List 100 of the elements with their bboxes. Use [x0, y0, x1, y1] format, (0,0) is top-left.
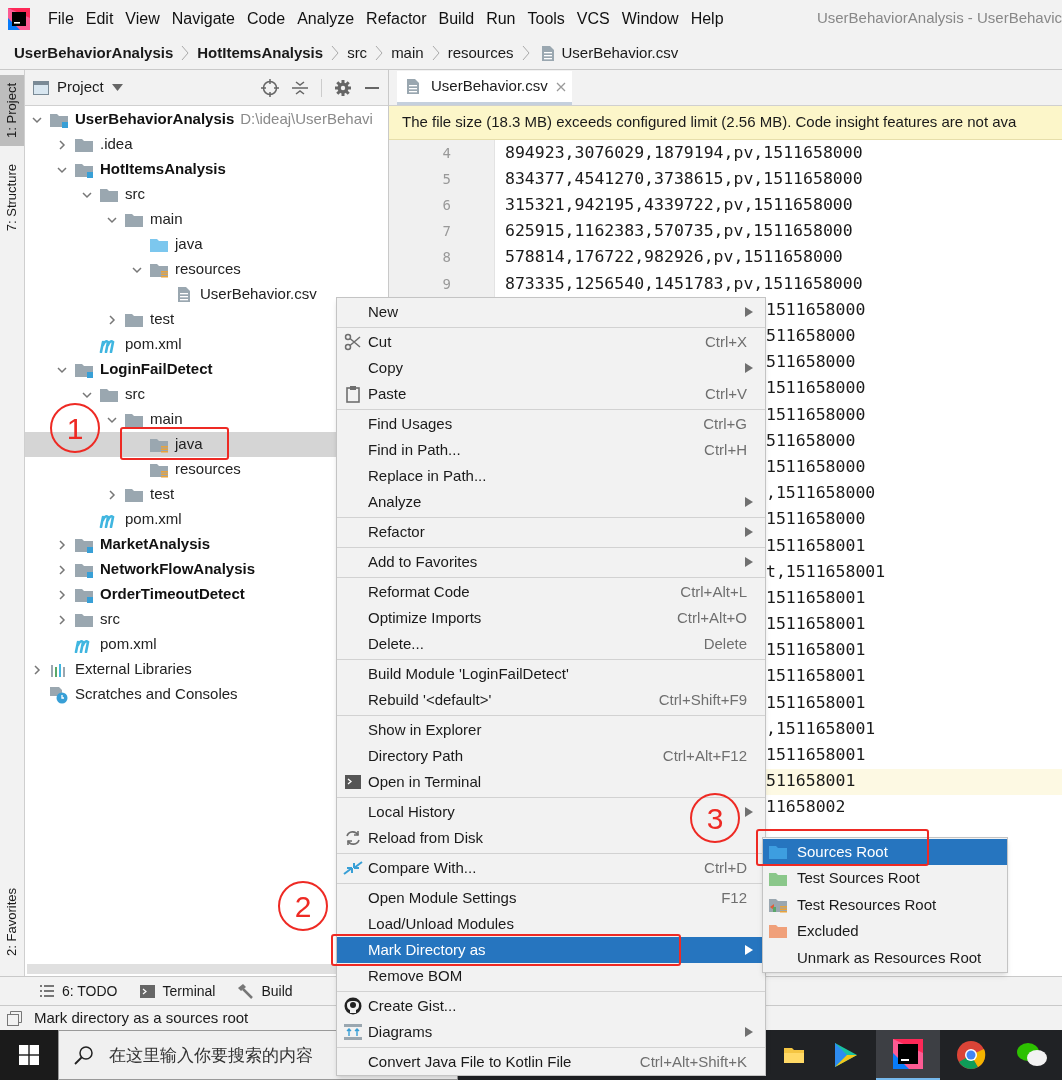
- terminal-icon: [139, 984, 155, 998]
- shortcut-label: Ctrl+Shift+F9: [658, 689, 747, 710]
- breadcrumb-item[interactable]: resources: [447, 41, 514, 65]
- menu-item[interactable]: Cut Ctrl+X: [337, 329, 753, 355]
- code-line: 1511658000: [766, 508, 866, 531]
- submenu-arrow-icon: [745, 1027, 753, 1037]
- tool-window-button[interactable]: Terminal: [139, 980, 216, 1002]
- file-icon: [177, 286, 191, 303]
- windows-stack-icon[interactable]: [7, 1010, 22, 1026]
- chevron-right-icon: [521, 45, 530, 61]
- tree-item[interactable]: java: [25, 232, 388, 257]
- warning-banner: The file size (18.3 MB) exceeds configured limit (2.56 MB). Code insight features are not ava: [389, 106, 1062, 140]
- menu-item[interactable]: Optimize Imports Ctrl+Alt+O: [337, 605, 753, 631]
- menu-bar-item[interactable]: File: [42, 6, 80, 31]
- folder-icon: [149, 236, 169, 253]
- menu-bar-item[interactable]: Navigate: [165, 6, 241, 31]
- breadcrumb-item[interactable]: main: [391, 41, 424, 65]
- menu-bar-item[interactable]: Analyze: [291, 6, 361, 31]
- menu-item[interactable]: Compare With... Ctrl+D: [337, 855, 753, 881]
- shortcut-label: Delete: [703, 633, 747, 654]
- chevron-right-icon: [331, 45, 340, 61]
- list-icon: [40, 985, 54, 997]
- taskbar-app[interactable]: [876, 1030, 940, 1080]
- menu-item[interactable]: Copy: [337, 355, 408, 381]
- shortcut-label: Ctrl+X: [704, 331, 747, 352]
- code-line: 1511658000: [766, 377, 866, 400]
- folder-icon: [768, 923, 788, 940]
- menu-item[interactable]: Rebuild '<default>' Ctrl+Shift+F9: [337, 687, 753, 713]
- menu-item[interactable]: Refactor: [337, 519, 429, 545]
- tool-window-button[interactable]: 6: TODO: [40, 980, 118, 1002]
- menu-item[interactable]: Remove BOM: [337, 963, 467, 989]
- settings-icon[interactable]: [334, 78, 352, 97]
- tree-item[interactable]: src: [25, 182, 388, 207]
- locate-icon[interactable]: [261, 78, 279, 97]
- folder-icon: [124, 211, 144, 228]
- menu-bar-item[interactable]: Edit: [79, 6, 120, 31]
- window-icon: [33, 80, 49, 95]
- code-line: 511658000: [766, 325, 856, 348]
- menu-item[interactable]: Paste Ctrl+V: [337, 381, 753, 407]
- editor-tab[interactable]: UserBehavior.csv: [397, 71, 572, 105]
- folder-icon: [99, 386, 119, 403]
- tool-window-button[interactable]: 7: Structure: [0, 155, 24, 240]
- close-icon[interactable]: [555, 81, 566, 92]
- menu-bar-item[interactable]: View: [119, 6, 166, 31]
- test-resources-folder-icon: [768, 896, 788, 913]
- menu-item[interactable]: Replace in Path...: [337, 463, 491, 489]
- breadcrumb-item[interactable]: UserBehaviorAnalysis: [14, 41, 174, 65]
- menu-item[interactable]: Delete... Delete: [337, 631, 753, 657]
- menu-item[interactable]: Excluded: [763, 918, 1007, 945]
- menu-item[interactable]: Sources Root: [763, 839, 1007, 866]
- folder-icon: [74, 136, 94, 153]
- tree-item[interactable]: resources: [25, 257, 388, 282]
- menu-bar-item[interactable]: VCS: [570, 6, 616, 31]
- breadcrumb-item[interactable]: UserBehavior.csv: [561, 41, 679, 65]
- menu-bar-item[interactable]: Tools: [521, 6, 571, 31]
- menu-item[interactable]: Analyze: [337, 489, 426, 515]
- menu-item[interactable]: Open Module Settings F12: [337, 885, 753, 911]
- collapse-all-icon[interactable]: [291, 78, 309, 97]
- menu-item[interactable]: Reload from Disk: [337, 825, 488, 851]
- tree-item[interactable]: .idea: [25, 132, 388, 157]
- menu-bar-item[interactable]: Help: [684, 6, 730, 31]
- code-line: ,1511658001: [766, 717, 876, 740]
- hammer-icon: [237, 983, 254, 999]
- menu-item[interactable]: Test Sources Root: [763, 865, 1007, 892]
- start-button[interactable]: [0, 1030, 58, 1080]
- menu-bar-item[interactable]: Build: [432, 6, 481, 31]
- menu-bar-item[interactable]: Run: [480, 6, 522, 31]
- tree-item[interactable]: HotItemsAnalysis: [25, 157, 388, 182]
- menu-bar-item[interactable]: Code: [240, 6, 292, 31]
- menu-bar-item[interactable]: Window: [615, 6, 685, 31]
- menu-item[interactable]: Reformat Code Ctrl+Alt+L: [337, 579, 753, 605]
- menu-item[interactable]: Add to Favorites: [337, 549, 482, 575]
- tool-window-button[interactable]: 1: Project: [0, 75, 24, 146]
- diagram-icon: [342, 1023, 363, 1041]
- code-line: 1511658001: [766, 744, 866, 767]
- tree-item[interactable]: UserBehaviorAnalysis D:\ideaj\UserBehavi: [25, 107, 388, 132]
- menu-item[interactable]: Open in Terminal: [337, 769, 486, 795]
- menu-item[interactable]: Directory Path Ctrl+Alt+F12: [337, 743, 753, 769]
- menu-item[interactable]: Test Resources Root: [763, 891, 1007, 919]
- code-line: 1511658001: [766, 691, 866, 714]
- tool-window-button[interactable]: 2: Favorites: [0, 882, 24, 962]
- tree-item[interactable]: main: [25, 207, 388, 232]
- caret-down-icon: [111, 84, 123, 91]
- submenu-arrow-icon: [745, 807, 753, 817]
- folder-icon: [99, 186, 119, 203]
- breadcrumb-item[interactable]: HotItemsAnalysis: [197, 41, 324, 65]
- menu-item[interactable]: Local History: [337, 799, 459, 825]
- menu-item[interactable]: Load/Unload Modules: [337, 911, 518, 937]
- menu-item[interactable]: Create Gist...: [337, 993, 461, 1019]
- breadcrumb-item[interactable]: src: [347, 41, 368, 65]
- resources-folder-icon: [149, 261, 169, 278]
- code-line: 1511658001: [766, 534, 866, 557]
- resources-folder-icon: [149, 436, 169, 453]
- menu-item[interactable]: Unmark as Resources Root: [763, 944, 1007, 971]
- menu-bar-item[interactable]: Refactor: [360, 6, 433, 31]
- panel-title-dropdown[interactable]: Project: [57, 76, 123, 99]
- menu-item[interactable]: Show in Explorer: [337, 717, 486, 743]
- tool-window-button[interactable]: Build: [237, 980, 293, 1002]
- code-line: 511658001: [766, 770, 856, 793]
- menu-item[interactable]: Build Module 'LoginFailDetect': [337, 661, 573, 687]
